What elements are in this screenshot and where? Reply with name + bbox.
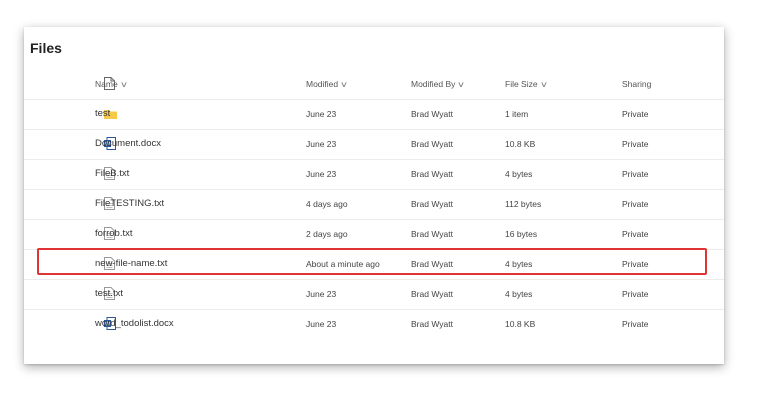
modified-by: Brad Wyatt: [411, 259, 453, 269]
table-row[interactable]: forrob.txt 2 days ago Brad Wyatt 16 byte…: [24, 219, 724, 250]
file-name[interactable]: word_todolist.docx: [95, 309, 174, 339]
file-name[interactable]: Document.docx: [95, 129, 161, 159]
folder-icon: [62, 99, 117, 129]
file-size: 10.8 KB: [505, 139, 536, 149]
text-file-icon: [62, 279, 115, 309]
modified-by: Brad Wyatt: [411, 139, 453, 149]
modified-by-column-label: Modified By: [411, 79, 456, 89]
word-doc-icon: W: [62, 309, 116, 339]
file-name[interactable]: FileTESTING.txt: [95, 189, 164, 219]
file-size: 10.8 KB: [505, 319, 536, 329]
modified-date: June 23: [306, 139, 337, 149]
file-size: 112 bytes: [505, 199, 542, 209]
modified-date: June 23: [306, 319, 337, 329]
file-size: 4 bytes: [505, 169, 533, 179]
file-name[interactable]: FileB.txt: [95, 159, 129, 189]
modified-by: Brad Wyatt: [411, 229, 453, 239]
modified-by: Brad Wyatt: [411, 169, 453, 179]
column-header-row: Name ∨ Modified ∨ Modified By ∨ File Size ∨ …: [24, 69, 724, 100]
modified-by: Brad Wyatt: [411, 199, 453, 209]
name-column-header[interactable]: Name ∨: [95, 69, 128, 99]
table-row[interactable]: test June 23 Brad Wyatt 1 item Private: [24, 99, 724, 130]
file-size: 4 bytes: [505, 259, 533, 269]
file-name[interactable]: test: [95, 99, 110, 129]
file-type-header[interactable]: [62, 69, 115, 99]
modified-date: About a minute ago: [306, 259, 380, 269]
sharing-status: Private: [622, 199, 649, 209]
text-file-icon: [62, 159, 115, 189]
sharing-column-header[interactable]: Sharing: [622, 69, 651, 99]
file-size: 4 bytes: [505, 289, 533, 299]
file-name[interactable]: test.txt: [95, 279, 123, 309]
sharing-status: Private: [622, 109, 649, 119]
table-row[interactable]: new-file-name.txt About a minute ago Bra…: [24, 249, 724, 280]
file-size: 1 item: [505, 109, 529, 119]
page-title: Files: [30, 40, 62, 56]
modified-by: Brad Wyatt: [411, 109, 453, 119]
file-name[interactable]: new-file-name.txt: [95, 249, 167, 279]
modified-by-column-header[interactable]: Modified By ∨: [411, 69, 466, 99]
modified-date: 2 days ago: [306, 229, 348, 239]
chevron-down-icon: ∨: [119, 80, 128, 89]
file-size-column-header[interactable]: File Size ∨: [505, 69, 548, 99]
name-column-label: Name: [95, 79, 118, 89]
word-doc-icon: W: [62, 129, 116, 159]
modified-date: June 23: [306, 109, 337, 119]
file-size-column-label: File Size: [505, 79, 538, 89]
modified-by: Brad Wyatt: [411, 289, 453, 299]
modified-date: June 23: [306, 289, 337, 299]
modified-date: June 23: [306, 169, 337, 179]
text-file-icon: [62, 249, 115, 279]
sharing-status: Private: [622, 169, 649, 179]
sharing-status: Private: [622, 229, 649, 239]
file-name[interactable]: forrob.txt: [95, 219, 133, 249]
sharing-status: Private: [622, 289, 649, 299]
modified-column-header[interactable]: Modified ∨: [306, 69, 349, 99]
sharing-column-label: Sharing: [622, 79, 652, 89]
chevron-down-icon: ∨: [339, 80, 349, 89]
text-file-icon: [62, 219, 115, 249]
sharing-status: Private: [622, 139, 649, 149]
table-row[interactable]: FileTESTING.txt 4 days ago Brad Wyatt 11…: [24, 189, 724, 220]
table-row[interactable]: W Document.docx June 23 Brad Wyatt 10.8 …: [24, 129, 724, 160]
table-row[interactable]: FileB.txt June 23 Brad Wyatt 4 bytes Pri…: [24, 159, 724, 190]
chevron-down-icon: ∨: [539, 80, 548, 89]
sharing-status: Private: [622, 319, 649, 329]
chevron-down-icon: ∨: [457, 80, 466, 89]
text-file-icon: [62, 189, 115, 219]
file-size: 16 bytes: [505, 229, 538, 239]
modified-by: Brad Wyatt: [411, 319, 453, 329]
modified-date: 4 days ago: [306, 199, 348, 209]
table-row[interactable]: test.txt June 23 Brad Wyatt 4 bytes Priv…: [24, 279, 724, 310]
sharing-status: Private: [622, 259, 649, 269]
modified-column-label: Modified: [306, 79, 339, 89]
files-panel: Files Name ∨ Modified ∨ Modified By ∨ File …: [24, 27, 724, 364]
table-row[interactable]: W word_todolist.docx June 23 Brad Wyatt …: [24, 309, 724, 339]
